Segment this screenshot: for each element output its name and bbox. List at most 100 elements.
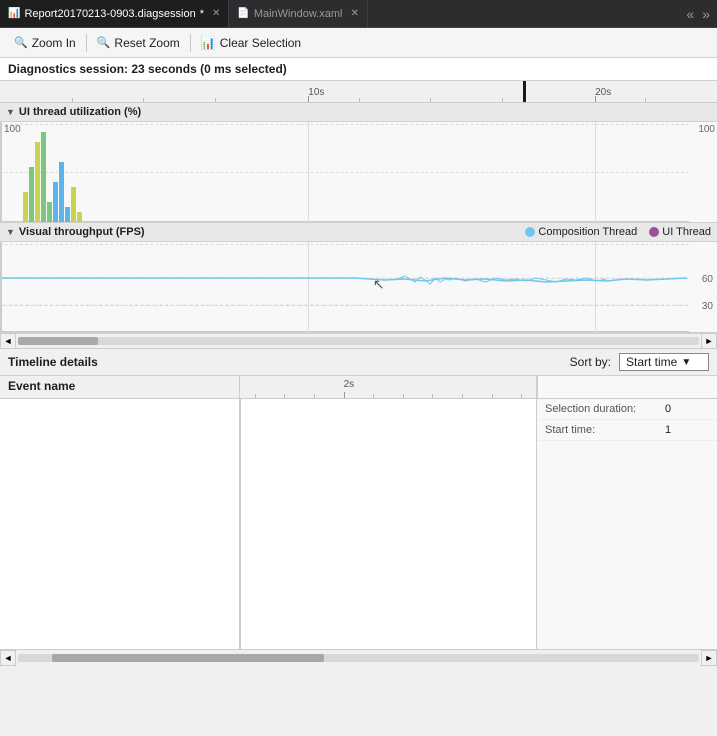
fps-chart-header: ▼ Visual throughput (FPS) Composition Th…: [0, 223, 717, 242]
fps-chart-body: 60 30 ↖: [0, 242, 717, 332]
sort-dropdown[interactable]: Start time ▼: [619, 353, 709, 371]
zoom-in-label: Zoom In: [32, 36, 76, 50]
tl-start-line: [240, 399, 241, 649]
start-time-value: 1: [665, 424, 671, 436]
ui-thread-collapse-arrow[interactable]: ▼: [6, 107, 15, 117]
tab-xaml[interactable]: 📄 MainWindow.xaml ✕: [229, 0, 367, 27]
selection-duration-value: 0: [665, 403, 671, 415]
bottom-hscroll-track[interactable]: [18, 654, 699, 662]
start-time-label: Start time:: [545, 424, 665, 436]
ui-thread-chart-title: UI thread utilization (%): [19, 106, 141, 118]
tab-xaml-icon: 📄: [237, 8, 249, 19]
fps-collapse-arrow[interactable]: ▼: [6, 227, 15, 237]
tab-bar: 📊 Report20170213-0903.diagsession * ✕ 📄 …: [0, 0, 717, 28]
event-name-col: [0, 399, 240, 649]
reset-zoom-button[interactable]: 🔍 Reset Zoom: [89, 33, 188, 53]
table-body: Selection duration: 0 Start time: 1: [0, 399, 717, 649]
bottom-panel-title: Timeline details: [8, 355, 98, 369]
timeline-col-body: [240, 399, 537, 649]
bottom-panel-header: Timeline details Sort by: Start time ▼: [0, 349, 717, 376]
bar-group-1: [23, 132, 82, 222]
clear-selection-label: Clear Selection: [220, 36, 301, 50]
ui-thread-chart-header: ▼ UI thread utilization (%): [0, 103, 717, 122]
tab-nav-right-btn[interactable]: »: [699, 6, 713, 22]
tab-xaml-label: MainWindow.xaml: [254, 8, 343, 20]
bottom-hscroll-right[interactable]: ►: [701, 650, 717, 666]
tl-tick-lines: [240, 392, 536, 398]
chart-hscroll-left[interactable]: ◄: [0, 333, 16, 349]
timeline-col-header: 2s: [240, 376, 537, 398]
selection-duration-label: Selection duration:: [545, 403, 665, 415]
sort-value: Start time: [626, 355, 677, 369]
reset-zoom-icon: 🔍: [97, 36, 111, 49]
legend-composition: Composition Thread: [525, 226, 637, 238]
chart-hscroll-thumb[interactable]: [18, 337, 98, 345]
bar-chart-area: [2, 122, 687, 222]
details-row-1: Selection duration: 0: [537, 399, 717, 420]
status-bar: Diagnostics session: 23 seconds (0 ms se…: [0, 58, 717, 81]
bar-9: [71, 187, 76, 222]
details-col: Selection duration: 0 Start time: 1: [537, 399, 717, 649]
fps-legend: Composition Thread UI Thread: [525, 226, 711, 238]
toolbar-separator-2: [190, 34, 191, 52]
bottom-panel: Timeline details Sort by: Start time ▼ E…: [0, 349, 717, 649]
fps-y-60: 60: [702, 274, 713, 285]
reset-zoom-label: Reset Zoom: [114, 36, 179, 50]
event-name-col-label: Event name: [8, 379, 75, 393]
bottom-hscroll[interactable]: ◄ ►: [0, 649, 717, 665]
tab-diag-close[interactable]: ✕: [212, 8, 220, 19]
bar-5: [47, 202, 52, 222]
fps-y-30: 30: [702, 301, 713, 312]
tab-xaml-close[interactable]: ✕: [350, 8, 358, 19]
bar-6: [53, 182, 58, 222]
tab-nav-left-btn[interactable]: «: [683, 6, 697, 22]
y-label-100-right: 100: [698, 124, 715, 135]
ui-thread-dot: [649, 227, 659, 237]
legend-ui-thread: UI Thread: [649, 226, 711, 238]
time-ruler: 10s 20s: [0, 81, 717, 103]
bottom-hscroll-thumb[interactable]: [52, 654, 324, 662]
bottom-hscroll-left[interactable]: ◄: [0, 650, 16, 666]
composition-label: Composition Thread: [538, 226, 637, 238]
toolbar-separator-1: [86, 34, 87, 52]
clear-selection-icon: 📊: [201, 36, 216, 50]
event-name-col-header: Event name: [0, 376, 240, 398]
ui-thread-label: UI Thread: [662, 226, 711, 238]
ruler-tick-container: [0, 96, 717, 102]
fps-left-accent: [0, 242, 2, 332]
timeline-mark-2s: 2s: [344, 379, 355, 390]
sort-label: Sort by:: [570, 355, 611, 369]
bar-8: [65, 207, 70, 222]
composition-dot: [525, 227, 535, 237]
details-row-2: Start time: 1: [537, 420, 717, 441]
bar-3: [35, 142, 40, 222]
bar-1: [23, 192, 28, 222]
zoom-in-button[interactable]: 🔍 Zoom In: [6, 33, 84, 53]
bar-4: [41, 132, 46, 222]
fps-chart-title: Visual throughput (FPS): [19, 226, 145, 238]
toolbar: 🔍 Zoom In 🔍 Reset Zoom 📊 Clear Selection: [0, 28, 717, 58]
fps-line-svg: [2, 242, 687, 332]
status-text: Diagnostics session: 23 seconds (0 ms se…: [8, 62, 287, 76]
chart-hscroll[interactable]: ◄ ►: [0, 333, 717, 349]
tab-diag-icon: 📊: [8, 8, 20, 19]
fps-chart: ▼ Visual throughput (FPS) Composition Th…: [0, 223, 717, 333]
chart-hscroll-right[interactable]: ►: [701, 333, 717, 349]
mouse-cursor: ↖: [373, 276, 385, 293]
tab-nav-right: « »: [683, 6, 717, 22]
bar-2: [29, 167, 34, 222]
ui-thread-chart-body: 100 100: [0, 122, 717, 222]
sort-dropdown-arrow: ▼: [681, 357, 691, 368]
chart-hscroll-track[interactable]: [18, 337, 699, 345]
zoom-in-icon: 🔍: [14, 36, 28, 49]
tab-diag[interactable]: 📊 Report20170213-0903.diagsession * ✕: [0, 0, 229, 27]
chart-left-accent: [0, 122, 2, 222]
table-col-headers: Event name 2s: [0, 376, 717, 399]
details-col-header: [537, 376, 717, 398]
bar-7: [59, 162, 64, 222]
tab-diag-label: Report20170213-0903.diagsession: [24, 8, 195, 20]
ui-thread-y-labels: 100: [698, 122, 715, 222]
bar-10: [77, 212, 82, 222]
clear-selection-button[interactable]: 📊 Clear Selection: [193, 33, 309, 53]
tab-diag-modified: *: [200, 8, 204, 20]
